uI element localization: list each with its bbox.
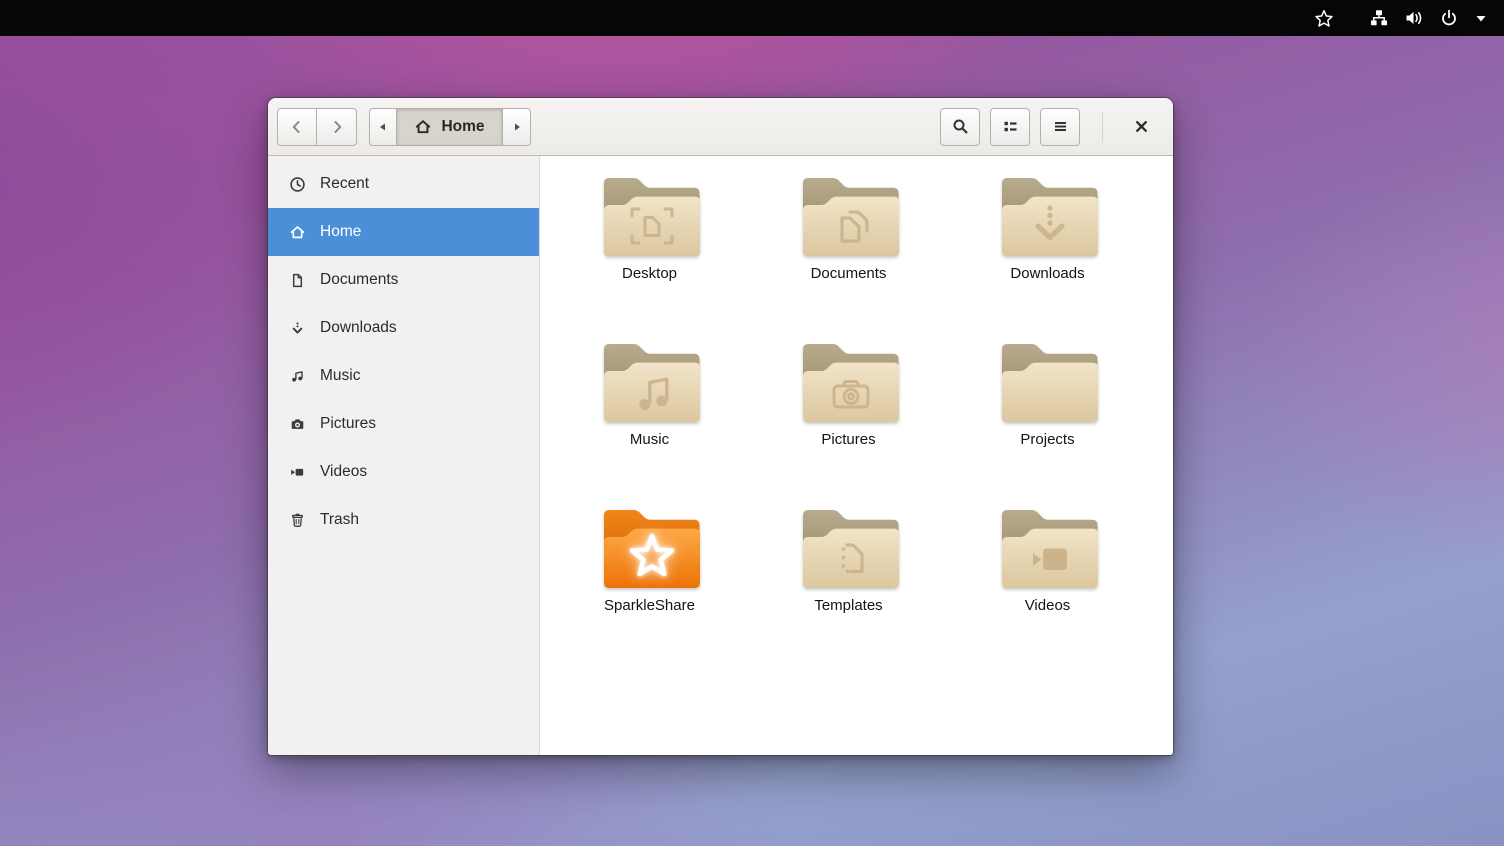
path-current-label: Home <box>441 118 484 136</box>
file-label: Videos <box>1025 597 1071 614</box>
sidebar-item-label: Home <box>320 223 361 241</box>
folder-music-icon <box>598 336 702 428</box>
sidebar-item-label: Downloads <box>320 319 397 337</box>
home-icon <box>289 224 306 241</box>
download-icon <box>289 320 306 337</box>
header-actions <box>940 108 1157 146</box>
file-item-templates[interactable]: Templates <box>749 502 948 668</box>
file-item-desktop[interactable]: Desktop <box>550 170 749 336</box>
clock-icon <box>289 176 306 193</box>
volume-icon[interactable] <box>1404 8 1424 28</box>
close-button[interactable] <box>1125 111 1157 143</box>
hamburger-icon <box>1052 118 1069 135</box>
file-label: Projects <box>1020 431 1074 448</box>
file-label: Downloads <box>1010 265 1084 282</box>
sidebar-item-label: Recent <box>320 175 369 193</box>
back-button[interactable] <box>277 108 317 146</box>
chevron-left-icon <box>294 122 299 132</box>
folder-sparkleshare-icon <box>598 502 702 594</box>
sidebar: Recent Home Documents Downloads Music Pi… <box>268 156 540 755</box>
sidebar-item-pictures[interactable]: Pictures <box>268 400 539 448</box>
menu-button[interactable] <box>1040 108 1080 146</box>
file-item-pictures[interactable]: Pictures <box>749 336 948 502</box>
triangle-left-icon <box>380 123 385 130</box>
file-item-music[interactable]: Music <box>550 336 749 502</box>
chevron-right-icon <box>335 122 340 132</box>
triangle-right-icon <box>515 123 520 130</box>
path-next-button[interactable] <box>503 108 531 146</box>
folder-videos-icon <box>996 502 1100 594</box>
file-item-projects[interactable]: Projects <box>948 336 1147 502</box>
sidebar-item-home[interactable]: Home <box>268 208 539 256</box>
sidebar-item-trash[interactable]: Trash <box>268 496 539 544</box>
forward-button[interactable] <box>317 108 357 146</box>
sidebar-item-label: Music <box>320 367 360 385</box>
sidebar-item-label: Videos <box>320 463 367 481</box>
camera-icon <box>289 416 306 433</box>
file-label: SparkleShare <box>604 597 695 614</box>
path-home-button[interactable]: Home <box>397 108 503 146</box>
window-body: Recent Home Documents Downloads Music Pi… <box>268 156 1173 755</box>
file-item-sparkleshare[interactable]: SparkleShare <box>550 502 749 668</box>
close-icon <box>1134 119 1149 134</box>
power-icon[interactable] <box>1439 8 1459 28</box>
file-label: Documents <box>811 265 887 282</box>
file-label: Music <box>630 431 669 448</box>
sidebar-item-recent[interactable]: Recent <box>268 160 539 208</box>
path-previous-button[interactable] <box>369 108 397 146</box>
file-item-documents[interactable]: Documents <box>749 170 948 336</box>
file-label: Templates <box>814 597 882 614</box>
search-icon <box>952 118 969 135</box>
file-item-downloads[interactable]: Downloads <box>948 170 1147 336</box>
file-label: Desktop <box>622 265 677 282</box>
favorites-star-icon[interactable] <box>1314 8 1334 28</box>
list-view-icon <box>1002 118 1019 135</box>
search-button[interactable] <box>940 108 980 146</box>
header-separator <box>1102 112 1103 142</box>
music-note-icon <box>289 368 306 385</box>
file-item-videos[interactable]: Videos <box>948 502 1147 668</box>
sidebar-item-music[interactable]: Music <box>268 352 539 400</box>
sidebar-item-label: Documents <box>320 271 398 289</box>
home-icon <box>414 118 432 136</box>
trash-icon <box>289 512 306 529</box>
network-icon[interactable] <box>1369 8 1389 28</box>
video-camera-icon <box>289 464 306 481</box>
folder-templates-icon <box>797 502 901 594</box>
folder-documents-icon <box>797 170 901 262</box>
header-bar: Home <box>268 98 1173 156</box>
history-buttons <box>277 108 357 146</box>
sidebar-item-downloads[interactable]: Downloads <box>268 304 539 352</box>
view-toggle-button[interactable] <box>990 108 1030 146</box>
file-label: Pictures <box>821 431 875 448</box>
sidebar-item-videos[interactable]: Videos <box>268 448 539 496</box>
top-bar <box>0 0 1504 36</box>
folder-projects-icon <box>996 336 1100 428</box>
path-bar: Home <box>369 108 531 146</box>
file-manager-window: Home Recent Home Docu <box>268 98 1173 755</box>
chevron-down-icon[interactable] <box>1474 8 1488 28</box>
folder-pictures-icon <box>797 336 901 428</box>
folder-downloads-icon <box>996 170 1100 262</box>
sidebar-item-label: Trash <box>320 511 359 529</box>
folder-desktop-icon <box>598 170 702 262</box>
document-icon <box>289 272 306 289</box>
sidebar-item-label: Pictures <box>320 415 376 433</box>
sidebar-item-documents[interactable]: Documents <box>268 256 539 304</box>
file-grid: Desktop Documents Downloads Music <box>540 156 1173 755</box>
